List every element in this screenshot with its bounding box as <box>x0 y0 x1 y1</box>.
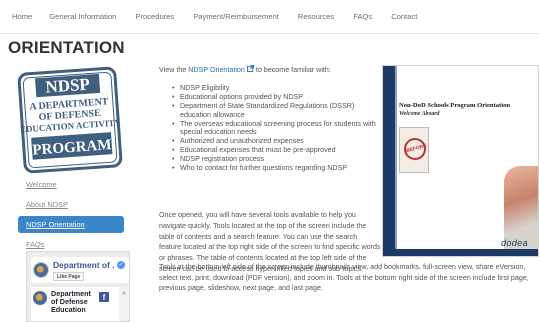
intro-text: View the NDSP Orientation to become fami… <box>159 65 379 75</box>
ndsp-logo: NDSP A DEPARTMENT OF DEFENSE EDUCATION A… <box>16 65 124 175</box>
nav-home[interactable]: Home <box>12 12 32 21</box>
nav-payment-reimbursement[interactable]: Payment/Reimbursement <box>193 12 279 21</box>
logo-line1: NDSP <box>45 75 91 97</box>
preview-bottom-bar <box>383 249 538 256</box>
list-item: Educational options provided by NDSP <box>172 93 379 102</box>
list-item: Who to contact for further questions reg… <box>172 164 379 173</box>
facebook-page-name[interactable]: Department of ... <box>53 260 115 270</box>
scroll-up-icon[interactable]: ^ <box>119 292 129 299</box>
nav-faqs[interactable]: FAQs <box>353 12 372 21</box>
topics-list: NDSP Eligibility Educational options pro… <box>172 84 379 173</box>
preview-subtitle: Welcome Aboard <box>399 111 440 117</box>
nav-contact[interactable]: Contact <box>391 12 417 21</box>
dodea-logo: dodea <box>500 238 528 248</box>
sidebar-item-welcome[interactable]: Welcome <box>18 175 124 195</box>
orientation-preview[interactable]: Non-DoD Schools Program Orientation Welc… <box>382 65 539 257</box>
sidebar-item-ndsp-orientation[interactable]: NDSP Orientation <box>18 216 124 233</box>
nav-procedures[interactable]: Procedures <box>135 12 174 21</box>
facebook-post: Department of Defense Education f <box>31 287 119 321</box>
facebook-scrollbar[interactable]: ^ <box>119 287 129 321</box>
preview-stamp-image: BEFORE <box>399 127 429 173</box>
facebook-avatar[interactable] <box>33 262 49 278</box>
list-item: The overseas educational screening proce… <box>172 120 379 138</box>
ndsp-orientation-link[interactable]: NDSP Orientation <box>188 65 254 74</box>
facebook-post-title[interactable]: Department of Defense Education <box>51 290 97 314</box>
external-link-icon <box>246 65 254 72</box>
verified-icon: ✓ <box>117 261 125 269</box>
page-title: ORIENTATION <box>8 38 125 57</box>
facebook-widget: Department of ... ✓ Like Page Department… <box>26 251 130 322</box>
like-label: Like Page <box>57 274 81 280</box>
top-nav: Home General Information Procedures Paym… <box>0 0 539 34</box>
list-item: Educational expenses that must be pre-ap… <box>172 146 379 155</box>
orientation-intro: View the NDSP Orientation to become fami… <box>159 65 379 173</box>
preview-stamp: BEFORE <box>401 135 429 163</box>
facebook-like-button[interactable]: Like Page <box>53 272 85 281</box>
preview-side-stripe <box>395 66 397 256</box>
tools-bottom-paragraph: Tools at the bottom left side of the scr… <box>159 263 529 293</box>
nav-resources[interactable]: Resources <box>298 12 334 21</box>
preview-side-bar <box>383 66 395 256</box>
nav-general-information[interactable]: General Information <box>49 12 116 21</box>
list-item: Department of State Standardized Regulat… <box>172 102 379 120</box>
facebook-icon[interactable]: f <box>99 292 109 302</box>
sidebar-item-about-ndsp[interactable]: About NDSP <box>18 195 124 215</box>
intro-suffix: to become familiar with: <box>253 66 331 74</box>
list-item: NDSP registration process <box>172 155 379 164</box>
facebook-post-avatar[interactable] <box>33 291 47 305</box>
facebook-page-header: Department of ... ✓ Like Page <box>31 257 129 283</box>
intro-link-label: NDSP Orientation <box>188 66 245 74</box>
preview-title: Non-DoD Schools Program Orientation <box>399 102 511 109</box>
intro-prefix: View the <box>159 66 189 74</box>
sidebar: Welcome About NDSP NDSP Orientation FAQs <box>18 175 126 255</box>
list-item: Authorized and unauthorized expenses <box>172 137 379 146</box>
page-root: Home General Information Procedures Paym… <box>0 0 539 322</box>
list-item: NDSP Eligibility <box>172 84 379 93</box>
